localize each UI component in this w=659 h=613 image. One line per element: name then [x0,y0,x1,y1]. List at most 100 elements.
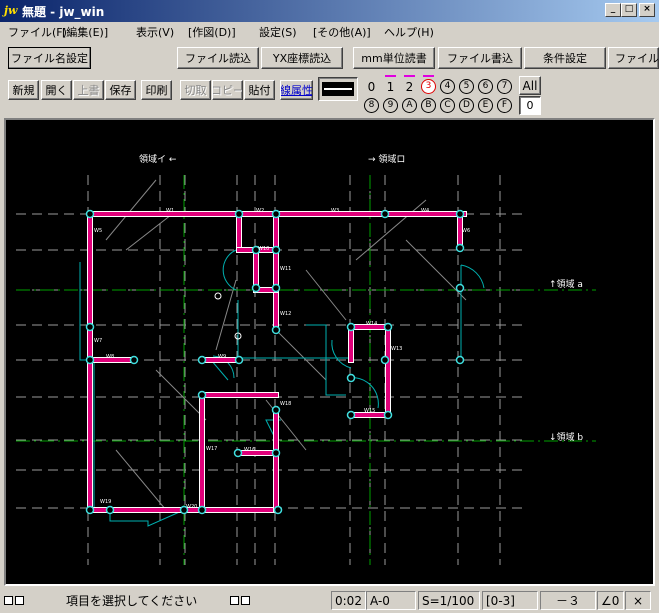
node-18 [455,355,465,365]
angle-display[interactable]: ∠0 [597,591,624,610]
line-attribute-button[interactable]: 線属性 [280,80,313,100]
menu-file[interactable]: ファイル(F) [8,24,67,40]
paper-size[interactable]: A-0 [366,591,416,610]
label-area-i: 領域イ ← [139,153,177,165]
status-boxes-mid [230,591,252,610]
node-8 [197,355,207,365]
node-24 [233,448,243,458]
wall-tag-15: W16 [244,447,255,453]
layer-button-5[interactable]: 5 [458,78,475,95]
mm-unit-button[interactable]: mm単位読書 [353,47,435,69]
node-13 [271,283,281,293]
yx-read-button[interactable]: YX座標読込 [261,47,343,69]
wall-tag-0: W1 [166,208,174,214]
layer-button-f[interactable]: F [496,97,513,114]
file-read-button[interactable]: ファイル読込 [177,47,259,69]
filename-setting-button[interactable]: ファイル名設定 [8,47,91,69]
layer-group-button[interactable]: 0 [519,96,541,115]
scale-display[interactable]: S=1/100 [418,591,480,610]
print-button[interactable]: 印刷 [141,80,172,100]
menu-draw[interactable]: [作図(D)] [188,24,236,40]
new-button[interactable]: 新規 [8,80,39,100]
copy-button[interactable]: コピー [212,80,243,100]
wall-tag-2: W3 [331,208,339,214]
layer-button-3[interactable]: 3 [420,75,437,95]
wall-tag-18: W19 [100,499,111,505]
layer-button-0[interactable]: 0 [363,78,380,95]
status-bar: 項目を選択してください 0:02 A-0 S=1/100 [0-3] －３ ∠0… [0,589,659,613]
line-type-preview [322,82,354,96]
label-area-ro: → 領域ロ [368,153,405,165]
close-button[interactable]: × [639,3,655,17]
wall-tag-9: W10 [258,246,269,252]
file-overflow-button[interactable]: ファイル [608,47,659,69]
line-type-button[interactable] [318,77,358,101]
layer-button-4[interactable]: 4 [439,78,456,95]
wall-tag-12: W13 [391,346,402,352]
wall-tag-11: W12 [280,311,291,317]
file-write-button[interactable]: ファイル書込 [438,47,522,69]
overwrite-button[interactable]: 上書 [73,80,104,100]
node-4 [455,209,465,219]
window-title: 無題 - jw_win [22,5,105,19]
node-26 [85,505,95,515]
layer-button-6[interactable]: 6 [477,78,494,95]
menu-help[interactable]: ヘルプ(H) [384,24,434,40]
node-6 [85,355,95,365]
layer-button-1[interactable]: 1 [382,75,399,95]
status-message: 項目を選択してください [66,594,198,608]
layer-all-button[interactable]: All [519,76,541,95]
save-button[interactable]: 保存 [105,80,136,100]
cut-button[interactable]: 切取 [180,80,211,100]
wall-tag-10: W11 [280,266,291,272]
paste-button[interactable]: 貼付 [244,80,275,100]
node-20 [383,410,393,420]
wall-tag-3: W4 [421,208,429,214]
node-16 [383,322,393,332]
label-area-b: ↓領域 b [549,431,583,443]
drawing-canvas[interactable]: W1 W2 W3 W4 W5 W6 W7 W8 W9 W10 W11 W12 W13 W14 W15 W16 W… [4,118,655,586]
hint-line-6 [265,399,307,451]
node-14 [271,325,281,335]
node-3 [380,209,390,219]
node-5 [85,322,95,332]
group-display[interactable]: [0-3] [482,591,538,610]
layer-button-c[interactable]: C [439,97,456,114]
menu-edit[interactable]: [編集(E)] [62,24,108,40]
layer-button-d[interactable]: D [458,97,475,114]
fixture-symbol [214,292,222,300]
layer-button-e[interactable]: E [477,97,494,114]
layer-button-8[interactable]: 8 [363,97,380,114]
maximize-button[interactable]: □ [621,3,637,17]
floor-plan-drawing[interactable]: W1 W2 W3 W4 W5 W6 W7 W8 W9 W10 W11 W12 W13 W14 W15 W16 W… [6,120,653,584]
hint-line-3 [305,269,347,321]
menu-settings[interactable]: 設定(S) [259,24,297,40]
layer-button-b[interactable]: B [420,97,437,114]
status-close-icon[interactable]: × [625,591,651,610]
menu-other[interactable]: [その他(A)] [313,24,371,40]
hint-line-5 [355,199,427,261]
door-arc-4 [347,377,379,409]
open-button[interactable]: 開く [41,80,72,100]
wall-tag-17: W18 [280,401,291,407]
condition-setting-button[interactable]: 条件設定 [524,47,606,69]
menu-view[interactable]: 表示(V) [136,24,174,40]
wall-tag-6: W7 [94,338,102,344]
layer-button-9[interactable]: 9 [382,97,399,114]
layer-button-7[interactable]: 7 [496,78,513,95]
layer-info[interactable]: 0:02 [331,591,366,610]
wall-tag-8: W9 [218,354,226,360]
layer-button-a[interactable]: A [401,97,418,114]
node-1 [234,209,244,219]
node-9 [234,355,244,365]
node-19 [346,373,356,383]
minimize-button[interactable]: _ [605,3,621,17]
node-15 [346,322,356,332]
wall-tag-13: W14 [366,321,377,327]
door-arc-1 [460,264,485,289]
aux-line-0 [79,262,185,527]
layer-button-2[interactable]: 2 [401,75,418,95]
hint-line-1 [125,214,172,251]
value-display[interactable]: －３ [540,591,596,610]
node-23 [271,405,281,415]
